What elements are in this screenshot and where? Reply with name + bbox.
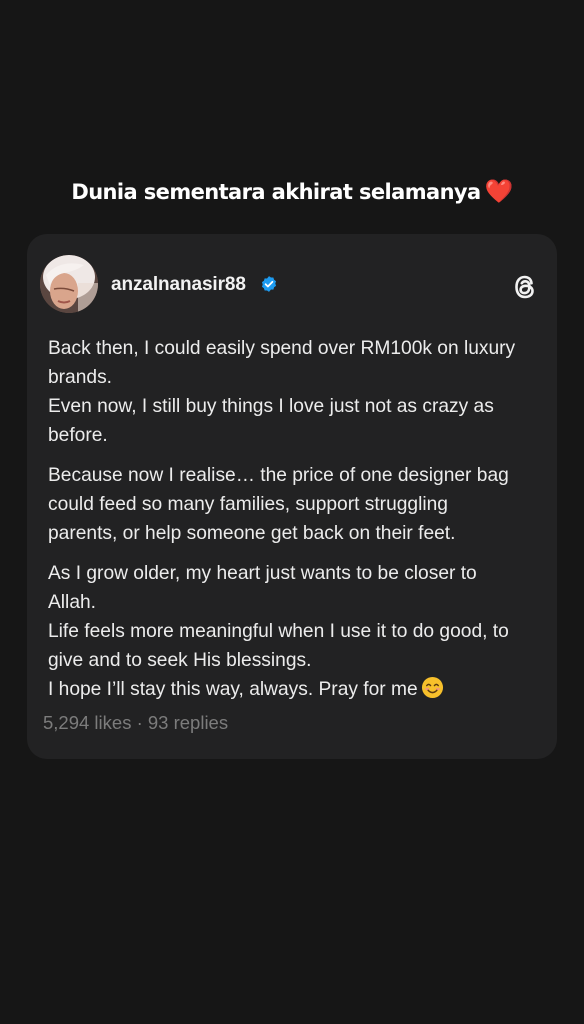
text-line: Back then, I could easily spend over RM1… [48,338,516,359]
post-stats[interactable]: 5,294 likes · 93 replies [43,712,228,734]
text-line: before. [48,425,108,446]
text-line: brands. [48,367,112,388]
paragraph-3: As I grow older, my heart just wants to … [48,559,548,704]
paragraph-1: Back then, I could easily spend over RM1… [48,334,548,450]
text-line: Life feels more meaningful when I use it… [48,621,509,642]
text-line: Even now, I still buy things I love just… [48,396,494,417]
text-line-last: I hope I’ll stay this way, always. Pray … [48,675,548,704]
story-caption: Dunia sementara akhirat selamanya ❤️ [0,178,584,205]
text-line: Because now I realise… the price of one … [48,465,509,486]
text-line: Allah. [48,592,96,613]
verified-badge-icon [261,276,277,292]
paragraph-2: Because now I realise… the price of one … [48,461,548,548]
text-line: parents, or help someone get back on the… [48,523,456,544]
text-line: could feed so many families, support str… [48,494,448,515]
text-line-content: I hope I’ll stay this way, always. Pray … [48,679,418,700]
heart-emoji-icon: ❤️ [484,179,514,205]
text-line: give and to seek His blessings. [48,650,312,671]
threads-icon[interactable] [509,271,541,303]
post-text: Back then, I could easily spend over RM1… [48,334,548,704]
username[interactable]: anzalnanasir88 [111,274,246,296]
threads-post-card[interactable]: anzalnanasir88 Back then, I could easily… [27,234,557,759]
smiling-face-emoji-icon [421,676,443,699]
story-caption-text: Dunia sementara akhirat selamanya [71,180,481,204]
text-line: As I grow older, my heart just wants to … [48,563,477,584]
avatar[interactable] [40,255,98,313]
